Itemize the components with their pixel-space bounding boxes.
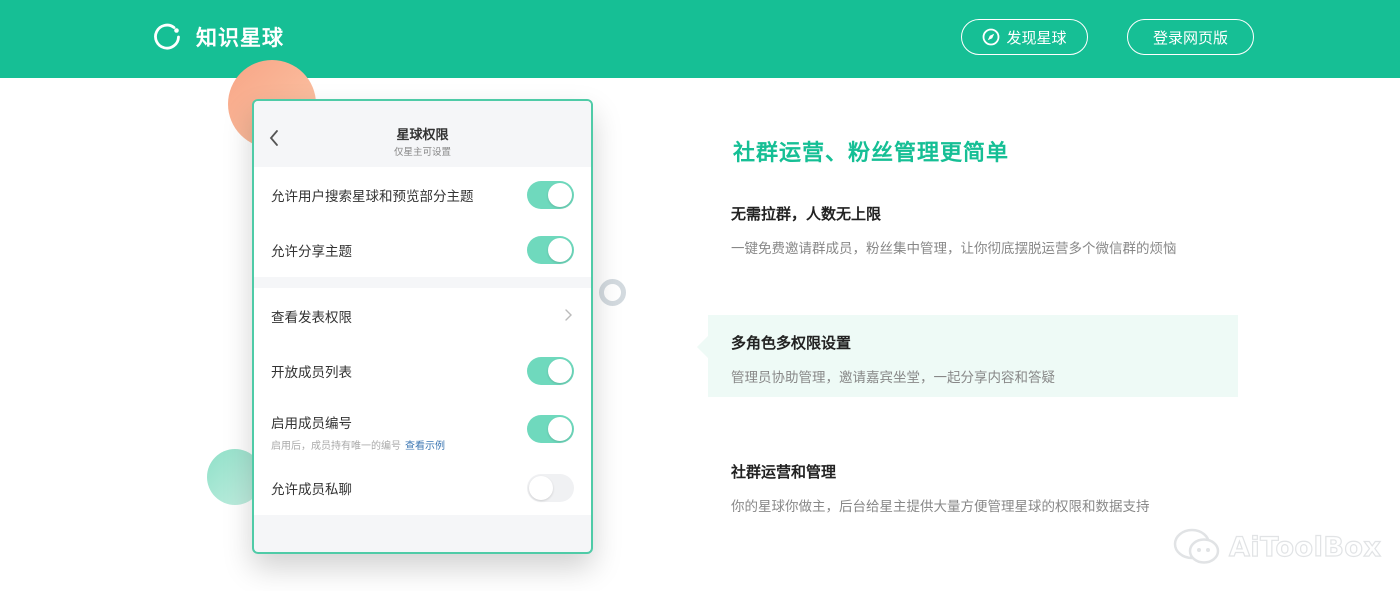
setting-label: 允许分享主题 [271,243,352,260]
feature-title: 社群运营和管理 [731,463,837,481]
feature-desc: 管理员协助管理，邀请嘉宾坐堂，一起分享内容和答疑 [731,370,1055,386]
setting-label: 允许成员私聊 [271,481,352,498]
login-label: 登录网页版 [1152,28,1228,47]
toggle-switch[interactable] [527,415,574,443]
feature-desc: 一键免费邀请群成员，粉丝集中管理，让你彻底摆脱运营多个微信群的烦恼 [731,241,1177,257]
setting-label: 查看发表权限 [271,309,352,326]
feature-title: 无需拉群，人数无上限 [731,205,882,223]
discover-button[interactable]: 发现星球 [961,19,1088,55]
hint-text: 启用后，成员持有唯一的编号 [271,441,401,452]
toggle-switch[interactable] [527,473,574,502]
toggle-switch[interactable] [527,356,574,385]
settings-group-2: 查看发表权限 开放成员列表 启用成员编号 启用后，成员持有唯一的编号 查看示例 允… [254,288,591,515]
compass-icon [983,28,1000,46]
wechat-icon [1173,528,1220,564]
permissions-card: 星球权限 仅星主可设置 允许用户搜索星球和预览部分主题 允许分享主题 查看发表权… [252,99,593,554]
watermark-text: AiToolBox [1228,531,1382,563]
setting-row-share: 允许分享主题 [254,222,591,277]
settings-group-1: 允许用户搜索星球和预览部分主题 允许分享主题 [254,167,591,277]
setting-row-private-chat: 允许成员私聊 [254,460,591,515]
card-subtitle: 仅星主可设置 [393,147,451,158]
brand-name: 知识星球 [196,26,284,50]
setting-row-member-number: 启用成员编号 启用后，成员持有唯一的编号 查看示例 [254,398,591,460]
feature-highlight-pointer [697,336,708,358]
feature-item-active[interactable]: 多角色多权限设置 管理员协助管理，邀请嘉宾坐堂，一起分享内容和答疑 [731,332,1055,386]
planet-ring-icon [154,23,180,50]
setting-label: 开放成员列表 [271,364,352,381]
setting-label: 允许用户搜索星球和预览部分主题 [271,188,474,205]
chevron-right-icon [565,309,572,321]
brand-logo[interactable]: 知识星球 [152,22,284,52]
feature-title: 多角色多权限设置 [731,334,852,352]
setting-hint: 启用后，成员持有唯一的编号 查看示例 [271,437,445,452]
decor-ring [599,279,626,306]
feature-item: 社群运营和管理 你的星球你做主，后台给星主提供大量方便管理星球的权限和数据支持 [731,461,1150,515]
login-web-button[interactable]: 登录网页版 [1127,19,1254,55]
card-header: 星球权限 仅星主可设置 [254,101,591,167]
setting-label: 启用成员编号 [271,416,352,432]
setting-row-post-permission[interactable]: 查看发表权限 [254,288,591,343]
setting-row-member-list: 开放成员列表 [254,343,591,398]
discover-label: 发现星球 [1006,28,1067,47]
view-example-link[interactable]: 查看示例 [405,441,445,452]
card-title: 星球权限 [396,128,449,143]
top-header: 知识星球 发现星球 登录网页版 [0,0,1400,78]
feature-item: 无需拉群，人数无上限 一键免费邀请群成员，粉丝集中管理，让你彻底摆脱运营多个微信… [731,203,1177,257]
group-gap [254,277,591,288]
setting-row-search: 允许用户搜索星球和预览部分主题 [254,167,591,222]
watermark: AiToolBox [1173,528,1381,566]
toggle-switch[interactable] [527,180,574,209]
toggle-switch[interactable] [527,235,574,264]
feature-desc: 你的星球你做主，后台给星主提供大量方便管理星球的权限和数据支持 [731,499,1150,515]
section-headline: 社群运营、粉丝管理更简单 [733,141,1010,166]
